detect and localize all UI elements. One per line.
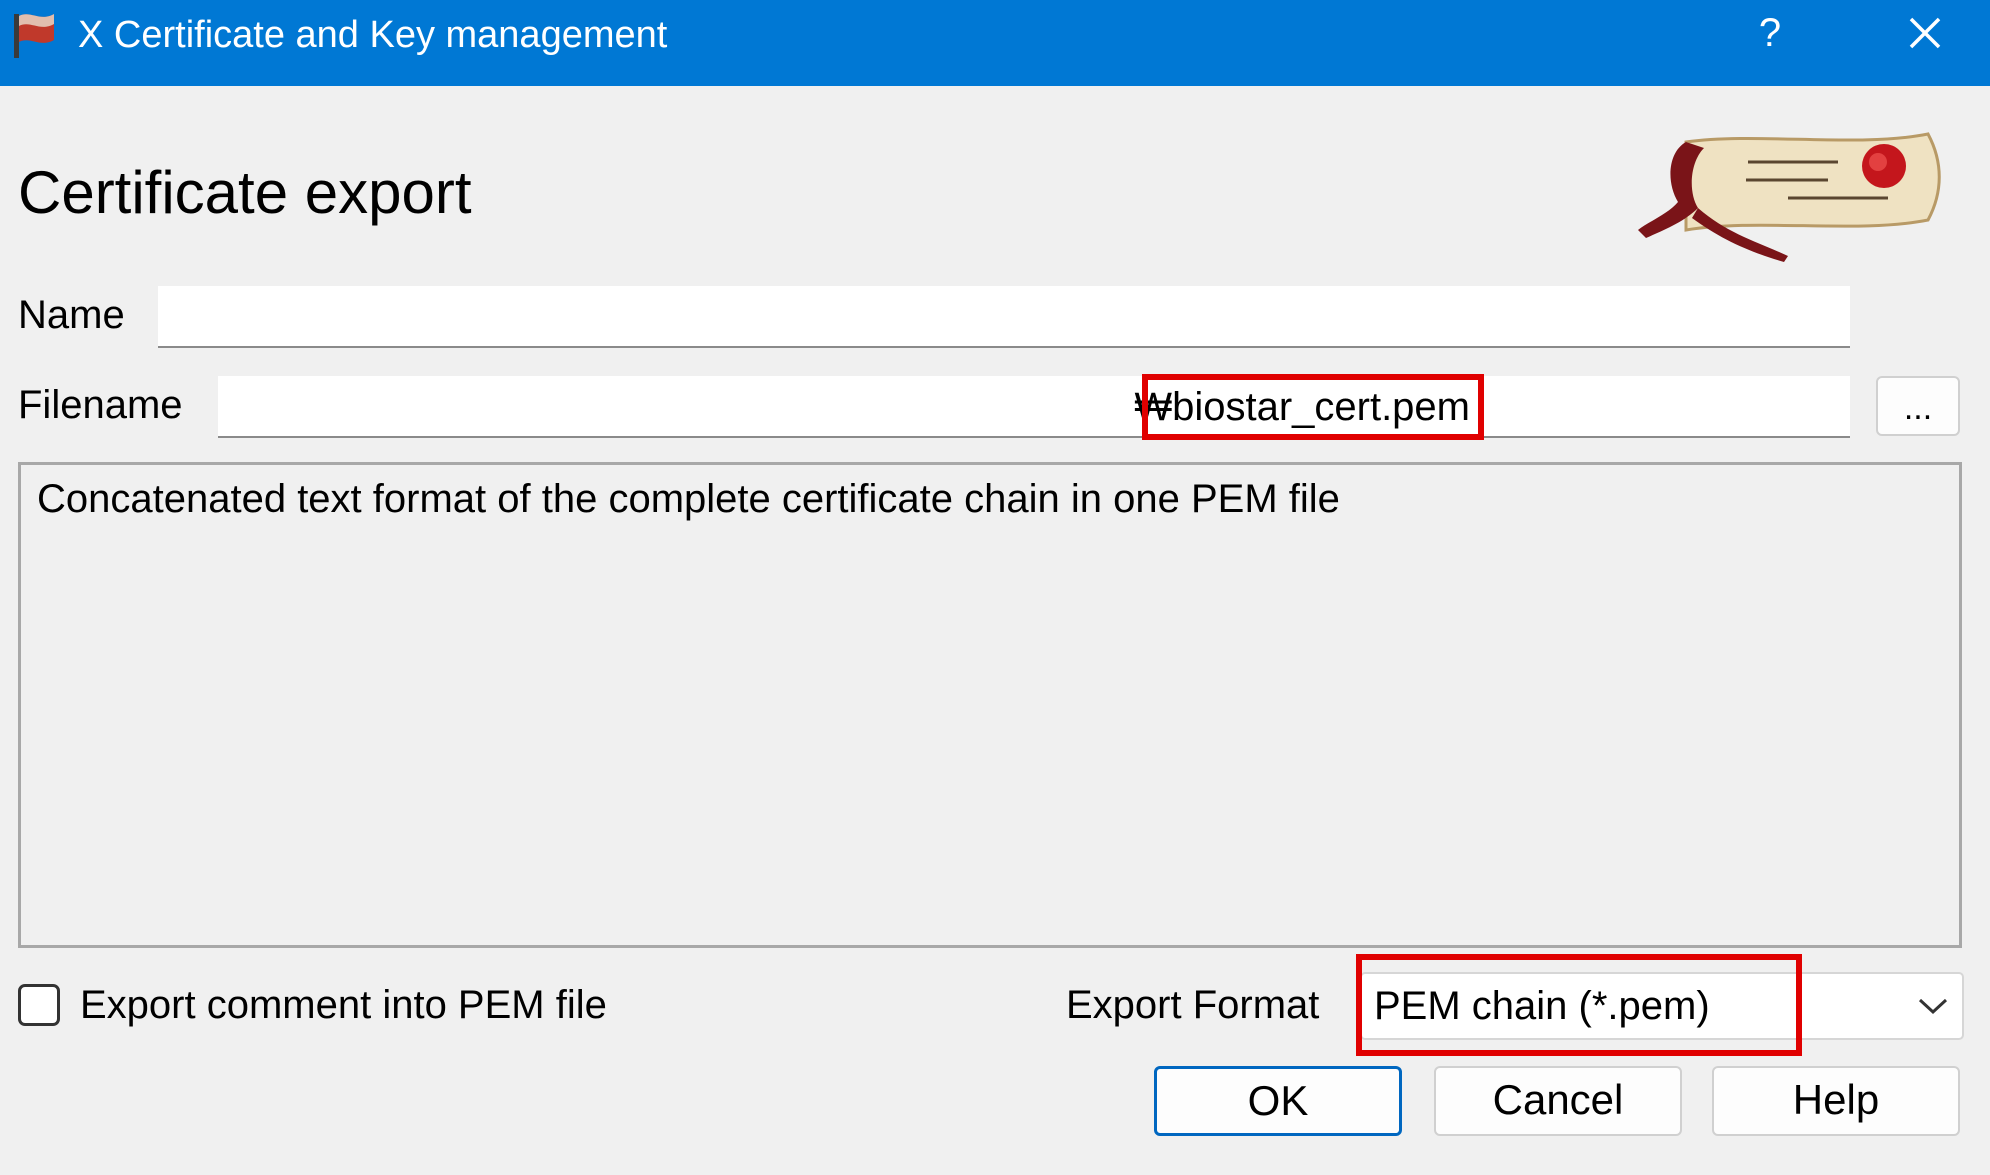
chevron-down-icon	[1918, 998, 1948, 1015]
export-comment-label[interactable]: Export comment into PEM file	[80, 980, 607, 1030]
export-comment-checkbox[interactable]	[18, 984, 60, 1026]
name-field[interactable]	[158, 286, 1850, 348]
filename-highlight	[1142, 374, 1484, 440]
filename-field[interactable]: ₩biostar_cert.pem	[218, 376, 1850, 438]
help-title-button[interactable]: ?	[1740, 6, 1800, 60]
help-button[interactable]: Help	[1712, 1066, 1960, 1136]
xca-scroll-logo	[1638, 132, 1941, 262]
name-label: Name	[18, 293, 125, 337]
cancel-button[interactable]: Cancel	[1434, 1066, 1682, 1136]
browse-button[interactable]: ...	[1876, 376, 1960, 436]
export-format-label: Export Format	[1066, 983, 1320, 1027]
export-format-highlight	[1356, 954, 1802, 1056]
page-title: Certificate export	[18, 159, 472, 226]
window-title: X Certificate and Key management	[78, 14, 668, 56]
close-icon[interactable]	[1895, 6, 1955, 60]
ok-button[interactable]: OK	[1154, 1066, 1402, 1136]
title-bar: X Certificate and Key management ?	[0, 0, 1990, 86]
format-description-box: Concatenated text format of the complete…	[18, 462, 1962, 948]
format-description: Concatenated text format of the complete…	[37, 477, 1340, 521]
filename-label: Filename	[18, 383, 183, 427]
xca-flag-icon	[14, 14, 54, 58]
